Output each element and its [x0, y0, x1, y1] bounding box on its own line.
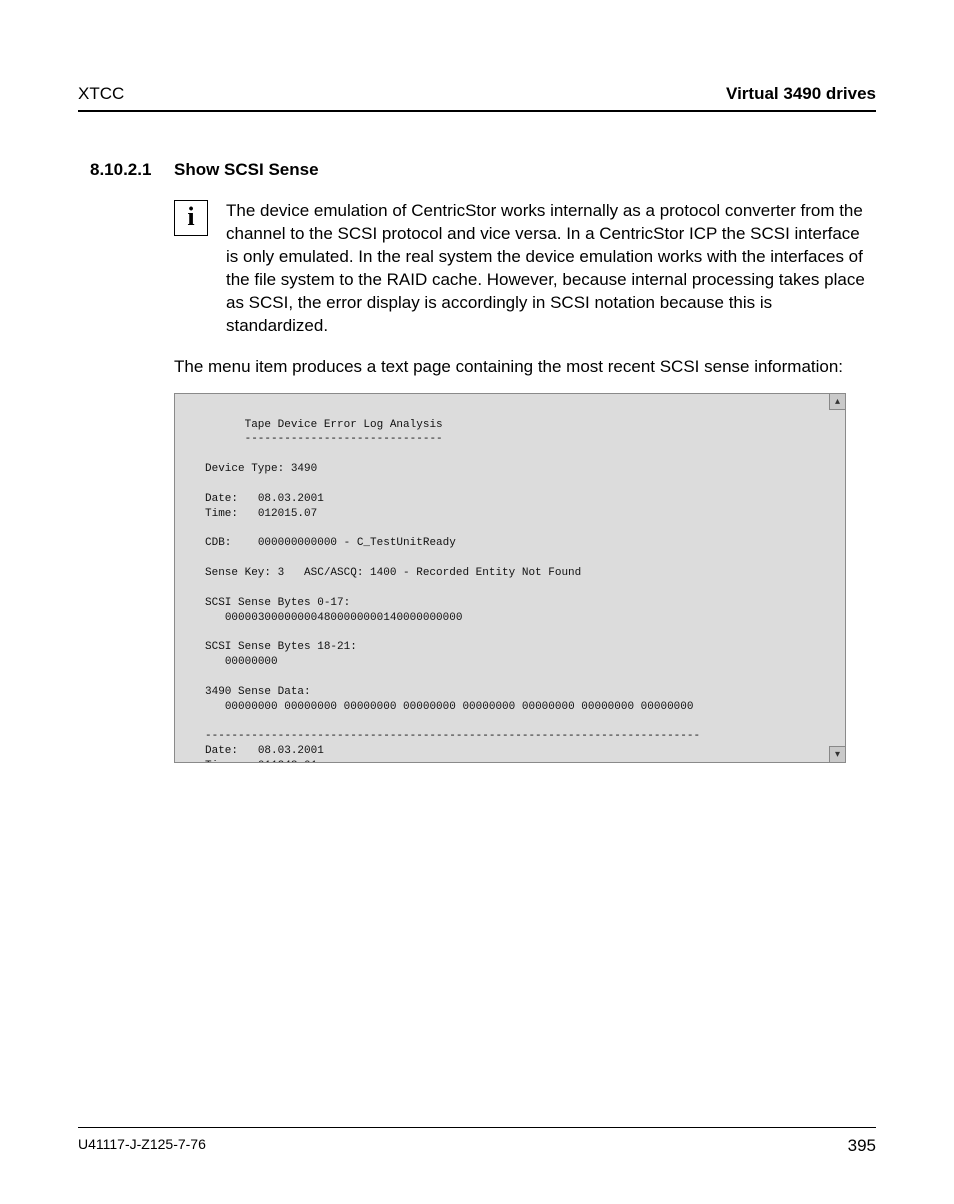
header-right: Virtual 3490 drives — [726, 84, 876, 104]
device-type-line: Device Type: 3490 — [205, 463, 317, 475]
footer-rule — [78, 1127, 876, 1128]
section-heading: 8.10.2.1Show SCSI Sense — [90, 160, 876, 180]
scrollbar-up-icon[interactable]: ▴ — [829, 394, 845, 410]
info-icon-glyph: i — [187, 204, 194, 230]
doc-id: U41117-J-Z125-7-76 — [78, 1136, 206, 1156]
header-rule — [78, 110, 876, 112]
info-block: i The device emulation of CentricStor wo… — [174, 200, 876, 338]
section-title: Show SCSI Sense — [174, 160, 319, 179]
log-title: Tape Device Error Log Analysis — [205, 419, 443, 431]
log-entry-0: Date: 08.03.2001 Time: 012015.07 CDB: 00… — [205, 493, 694, 713]
log-separator: ----------------------------------------… — [205, 730, 700, 742]
terminal-output: Tape Device Error Log Analysis ---------… — [175, 394, 829, 762]
page-footer: U41117-J-Z125-7-76 395 — [78, 1127, 876, 1156]
section-number: 8.10.2.1 — [90, 160, 174, 180]
header-left: XTCC — [78, 84, 124, 104]
body-paragraph: The menu item produces a text page conta… — [174, 356, 876, 379]
log-title-underline: ------------------------------ — [205, 433, 443, 445]
info-icon: i — [174, 200, 208, 236]
scrollbar-down-icon[interactable]: ▾ — [829, 746, 845, 762]
scsi-sense-log-panel: Tape Device Error Log Analysis ---------… — [174, 393, 846, 763]
info-text: The device emulation of CentricStor work… — [226, 200, 876, 338]
log-entry-1: Date: 08.03.2001 Time: 011248.01 CDB: 00… — [205, 745, 581, 761]
page-number: 395 — [848, 1136, 876, 1156]
page-header: XTCC Virtual 3490 drives — [78, 84, 876, 110]
